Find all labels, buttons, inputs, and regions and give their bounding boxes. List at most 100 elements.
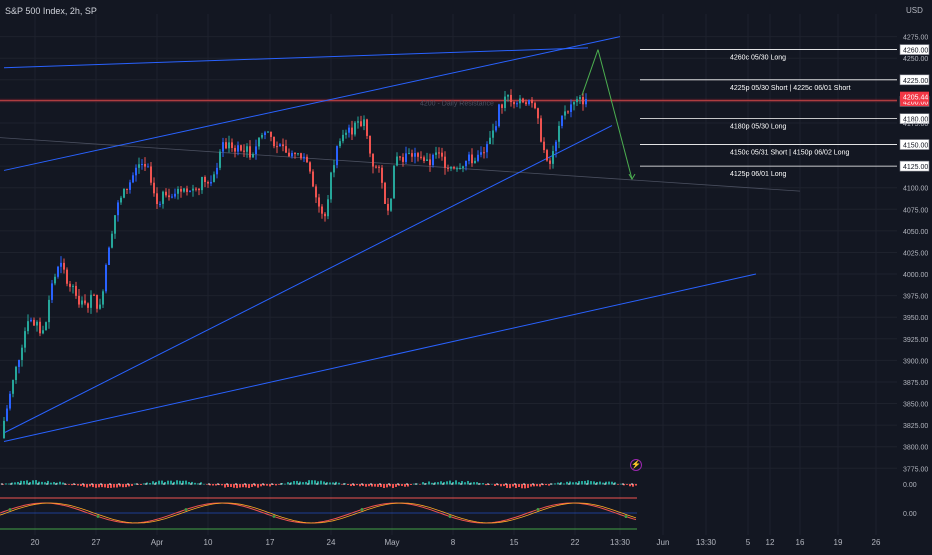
candle bbox=[420, 156, 422, 158]
histogram-bar bbox=[77, 484, 79, 486]
oscillator-indicator[interactable]: 0.00 bbox=[0, 497, 917, 530]
price-tick-label: 3775.00 bbox=[903, 466, 928, 473]
price-tick-label: 3800.00 bbox=[903, 445, 928, 452]
candle bbox=[381, 167, 383, 183]
candle bbox=[402, 157, 404, 162]
candle bbox=[216, 167, 218, 175]
histogram-bar bbox=[161, 480, 163, 485]
histogram-bar bbox=[125, 484, 127, 488]
projection-down bbox=[597, 49, 633, 180]
candle bbox=[36, 321, 38, 326]
zero-dot bbox=[154, 483, 156, 485]
time-tick-label: 10 bbox=[204, 538, 213, 547]
candle bbox=[429, 159, 431, 166]
candle bbox=[570, 104, 572, 112]
candle bbox=[276, 146, 278, 148]
time-axis[interactable]: 20 27 Apr 10 17 24 May 8 15 22 13:30 Jun 13:30 5 12 16 1… bbox=[31, 538, 881, 547]
histogram-bar bbox=[95, 484, 97, 488]
zero-dot bbox=[172, 483, 174, 485]
zero-dot bbox=[262, 483, 264, 485]
candle bbox=[54, 276, 56, 284]
trendlines[interactable] bbox=[3, 36, 757, 443]
candle bbox=[327, 199, 329, 217]
chart-root: 4200 - Daily Resistance 4260c 05/30 Long… bbox=[0, 0, 932, 550]
candle bbox=[498, 104, 500, 127]
candle bbox=[144, 163, 146, 167]
grid bbox=[0, 14, 897, 535]
price-tick-label: 4025.00 bbox=[903, 250, 928, 257]
lightning-icon[interactable]: ⚡ bbox=[630, 459, 642, 471]
candle bbox=[366, 119, 368, 136]
candle bbox=[426, 159, 428, 162]
price-levels[interactable]: 4260c 05/30 Long 4260.00 4225p 05/30 Short… bbox=[640, 44, 930, 179]
candle bbox=[123, 188, 125, 198]
price-tick-label: 4250.00 bbox=[903, 56, 928, 63]
candle bbox=[45, 322, 47, 331]
zero-dot bbox=[235, 483, 237, 485]
candle bbox=[573, 102, 575, 105]
price-tick-label: 3850.00 bbox=[903, 402, 928, 409]
zero-dot bbox=[91, 483, 93, 485]
time-tick-label: 17 bbox=[266, 538, 275, 547]
histogram-bar bbox=[338, 482, 340, 485]
candle bbox=[207, 182, 209, 184]
price-chart[interactable]: 4200 - Daily Resistance 4260c 05/30 Long… bbox=[0, 0, 932, 550]
histogram-bar bbox=[422, 482, 424, 485]
candle bbox=[93, 294, 95, 296]
histogram-bar bbox=[41, 481, 43, 485]
candle bbox=[441, 152, 443, 157]
signal-dot bbox=[624, 515, 628, 518]
candle bbox=[324, 213, 326, 217]
histogram-bar bbox=[122, 484, 124, 488]
candle bbox=[363, 119, 365, 126]
zero-dot bbox=[397, 483, 399, 485]
zero-dot bbox=[316, 483, 318, 485]
candle bbox=[291, 153, 293, 157]
histogram-bar bbox=[230, 484, 232, 487]
candle bbox=[315, 186, 317, 198]
histogram-bar bbox=[356, 484, 358, 486]
candle bbox=[447, 167, 449, 169]
histogram-bar bbox=[410, 484, 412, 485]
candle bbox=[138, 164, 140, 168]
zero-dot bbox=[343, 483, 345, 485]
histogram-bar bbox=[242, 484, 244, 488]
candle bbox=[189, 190, 191, 192]
zero-dot bbox=[541, 483, 543, 485]
candle bbox=[3, 420, 5, 439]
candle bbox=[162, 191, 164, 204]
time-tick-label: 19 bbox=[834, 538, 843, 547]
histogram-bar bbox=[311, 480, 313, 485]
price-tick-label: 3875.00 bbox=[903, 380, 928, 387]
candle bbox=[543, 141, 545, 151]
candle bbox=[582, 97, 584, 105]
candle bbox=[186, 188, 188, 192]
zero-dot bbox=[181, 483, 183, 485]
histogram-bar bbox=[518, 484, 520, 487]
histogram-bar bbox=[365, 484, 367, 487]
candle bbox=[30, 319, 32, 322]
candle bbox=[279, 144, 281, 147]
zero-dot bbox=[145, 483, 147, 485]
zero-dot bbox=[442, 483, 444, 485]
candle bbox=[12, 380, 14, 394]
candle bbox=[357, 121, 359, 123]
momentum-indicator[interactable]: 0.00 bbox=[0, 480, 917, 489]
currency-label: USD bbox=[906, 6, 923, 15]
signal-dot bbox=[8, 508, 12, 511]
candle bbox=[201, 176, 203, 191]
histogram-bar bbox=[185, 480, 187, 485]
candle bbox=[243, 150, 245, 152]
candle bbox=[156, 193, 158, 205]
zero-dot bbox=[451, 483, 453, 485]
zero-dot bbox=[433, 483, 435, 485]
histogram-bar bbox=[512, 484, 514, 487]
histogram-bar bbox=[446, 481, 448, 485]
symbol-title[interactable]: S&P 500 Index, 2h, SP bbox=[5, 6, 97, 16]
time-tick-label: 13:30 bbox=[696, 538, 717, 547]
candle bbox=[267, 131, 269, 133]
histogram-bar bbox=[68, 484, 70, 485]
candle bbox=[342, 134, 344, 142]
zero-dot bbox=[244, 483, 246, 485]
candle bbox=[210, 181, 212, 184]
